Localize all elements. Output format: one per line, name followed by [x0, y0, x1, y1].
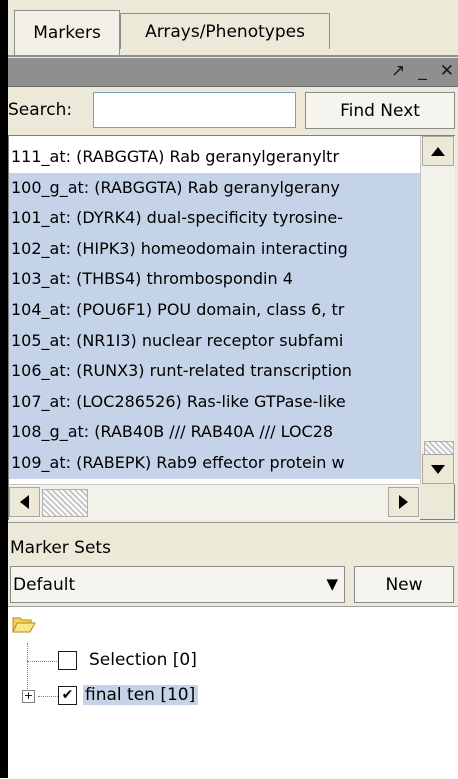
marker-list-item[interactable]: 101_at: (DYRK4) dual-specificity tyrosin… — [9, 203, 420, 234]
tree-item-label: final ten [10] — [83, 685, 199, 705]
vertical-scrollbar[interactable] — [420, 136, 455, 484]
tree-item-final-ten[interactable]: ✔ final ten [10] — [58, 685, 199, 705]
markers-panel: Markers Arrays/Phenotypes ↗ _ ✕ Search: … — [8, 0, 458, 779]
tab-arrays-phenotypes[interactable]: Arrays/Phenotypes — [120, 13, 330, 49]
new-set-button[interactable]: New — [354, 566, 454, 603]
marker-list-item[interactable]: 105_at: (NR1I3) nuclear receptor subfami — [9, 325, 420, 357]
undock-icon[interactable]: ↗ — [391, 61, 405, 81]
scroll-up-button[interactable] — [422, 136, 454, 166]
chevron-down-icon[interactable]: ▼ — [326, 575, 338, 593]
search-label: Search: — [8, 100, 73, 120]
selection-checkbox[interactable] — [58, 650, 77, 670]
scroll-corner — [420, 484, 454, 519]
find-next-button[interactable]: Find Next — [305, 92, 455, 129]
marker-list-item[interactable]: 100_g_at: (RABGGTA) Rab geranylgerany — [9, 172, 420, 204]
arrow-right-icon — [399, 495, 408, 509]
selected-set-value: Default — [13, 575, 76, 595]
expand-icon[interactable]: + — [22, 690, 35, 703]
tree-item-selection[interactable]: Selection [0] — [58, 650, 197, 670]
splitter[interactable] — [8, 522, 458, 523]
marker-list-item[interactable]: 103_at: (THBS4) thrombospondin 4 — [9, 264, 420, 295]
arrow-left-icon — [20, 495, 29, 509]
tab-markers[interactable]: Markers — [14, 10, 120, 55]
tree-guide-line — [27, 661, 57, 662]
search-row: Search: Find Next — [8, 89, 458, 133]
arrow-down-icon — [431, 464, 445, 474]
marker-list-item[interactable]: 104_at: (POU6F1) POU domain, class 6, tr — [9, 294, 420, 326]
final-ten-checkbox[interactable]: ✔ — [58, 685, 77, 705]
window-edge — [0, 0, 8, 778]
marker-list-item[interactable]: 108_g_at: (RAB40B /// RAB40A /// LOC28 — [9, 417, 420, 448]
marker-list-item[interactable]: 106_at: (RUNX3) runt-related transcripti… — [9, 356, 420, 387]
scroll-right-button[interactable] — [388, 487, 419, 517]
tree-guide-line — [38, 696, 58, 697]
tree-item-label: Selection [0] — [89, 650, 197, 670]
tab-bar: Markers Arrays/Phenotypes — [8, 0, 458, 58]
scroll-down-button[interactable] — [422, 454, 454, 484]
tab-divider — [8, 55, 458, 57]
partially-visible-row — [9, 136, 420, 140]
scroll-left-button[interactable] — [9, 487, 40, 517]
marker-list-item[interactable]: 111_at: (RABGGTA) Rab geranylgeranyltr — [9, 142, 420, 173]
horizontal-scrollbar[interactable] — [9, 484, 420, 520]
folder-open-icon — [12, 617, 36, 633]
marker-set-select[interactable]: Default ▼ — [10, 566, 345, 603]
minimize-icon[interactable]: _ — [418, 61, 427, 81]
marker-list[interactable]: 111_at: (RABGGTA) Rab geranylgeranyltr 10… — [8, 135, 455, 520]
marker-list-item[interactable]: 102_at: (HIPK3) homeodomain interacting — [9, 233, 420, 265]
marker-sets-label: Marker Sets — [10, 538, 111, 558]
marker-list-viewport: 111_at: (RABGGTA) Rab geranylgeranyltr 10… — [9, 136, 420, 484]
tab-markers-label: Markers — [33, 23, 101, 43]
marker-items: 111_at: (RABGGTA) Rab geranylgeranyltr 10… — [9, 142, 420, 479]
marker-list-item[interactable]: 109_at: (RABEPK) Rab9 effector protein w — [9, 447, 420, 479]
arrow-up-icon — [431, 146, 445, 156]
horizontal-scroll-thumb[interactable] — [42, 489, 88, 517]
checkmark-icon: ✔ — [61, 687, 74, 703]
close-icon[interactable]: ✕ — [440, 61, 454, 81]
panel-titlebar: ↗ _ ✕ — [8, 58, 458, 87]
tab-arrays-label: Arrays/Phenotypes — [145, 21, 305, 42]
search-input[interactable] — [93, 92, 296, 128]
marker-list-item[interactable]: 107_at: (LOC286526) Ras-like GTPase-like — [9, 386, 420, 418]
marker-sets-tree: + Selection [0] ✔ final ten [10] — [8, 606, 458, 779]
